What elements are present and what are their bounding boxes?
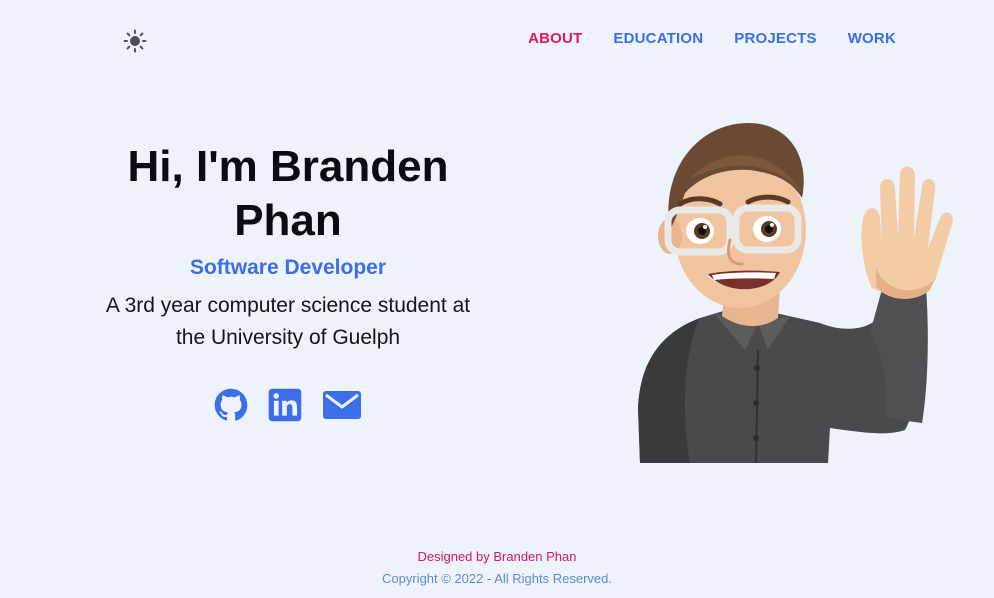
footer-copyright: Copyright © 2022 - All Rights Reserved. xyxy=(382,571,612,586)
sun-icon xyxy=(123,29,147,53)
nav-projects-link[interactable]: PROJECTS xyxy=(734,30,816,47)
social-links xyxy=(78,388,498,422)
github-link[interactable] xyxy=(214,388,248,422)
footer-credit: Designed by Branden Phan xyxy=(417,549,577,564)
hero-description-line1: A 3rd year computer science student at xyxy=(105,294,471,317)
portfolio-page: ABOUT EDUCATION PROJECTS WORK Hi, I'm Br… xyxy=(0,0,994,598)
nav-work-link[interactable]: WORK xyxy=(848,30,896,47)
hero-title-line2: Phan xyxy=(234,196,342,245)
hero-description-line2: the University of Guelph xyxy=(175,326,401,349)
github-icon xyxy=(214,388,248,421)
nav-about-link[interactable]: ABOUT xyxy=(528,30,582,47)
linkedin-icon xyxy=(268,388,302,422)
hero-title-line1: Hi, I'm Branden xyxy=(127,142,449,191)
nav-education-link[interactable]: EDUCATION xyxy=(613,30,703,47)
email-icon xyxy=(323,391,361,419)
waving-memoji-avatar xyxy=(630,118,960,464)
site-footer: Designed by Branden Phan Copyright © 202… xyxy=(0,546,994,590)
theme-toggle-button[interactable] xyxy=(122,28,148,54)
main-nav: ABOUT EDUCATION PROJECTS WORK xyxy=(497,30,896,47)
hero-role: Software Developer xyxy=(189,256,387,279)
linkedin-link[interactable] xyxy=(268,388,302,422)
email-link[interactable] xyxy=(322,389,362,421)
hero-intro: Hi, I'm Branden Phan Software Developer … xyxy=(78,140,498,422)
hero-description: A 3rd year computer science student at t… xyxy=(78,290,498,354)
hero-title: Hi, I'm Branden Phan xyxy=(78,140,498,248)
